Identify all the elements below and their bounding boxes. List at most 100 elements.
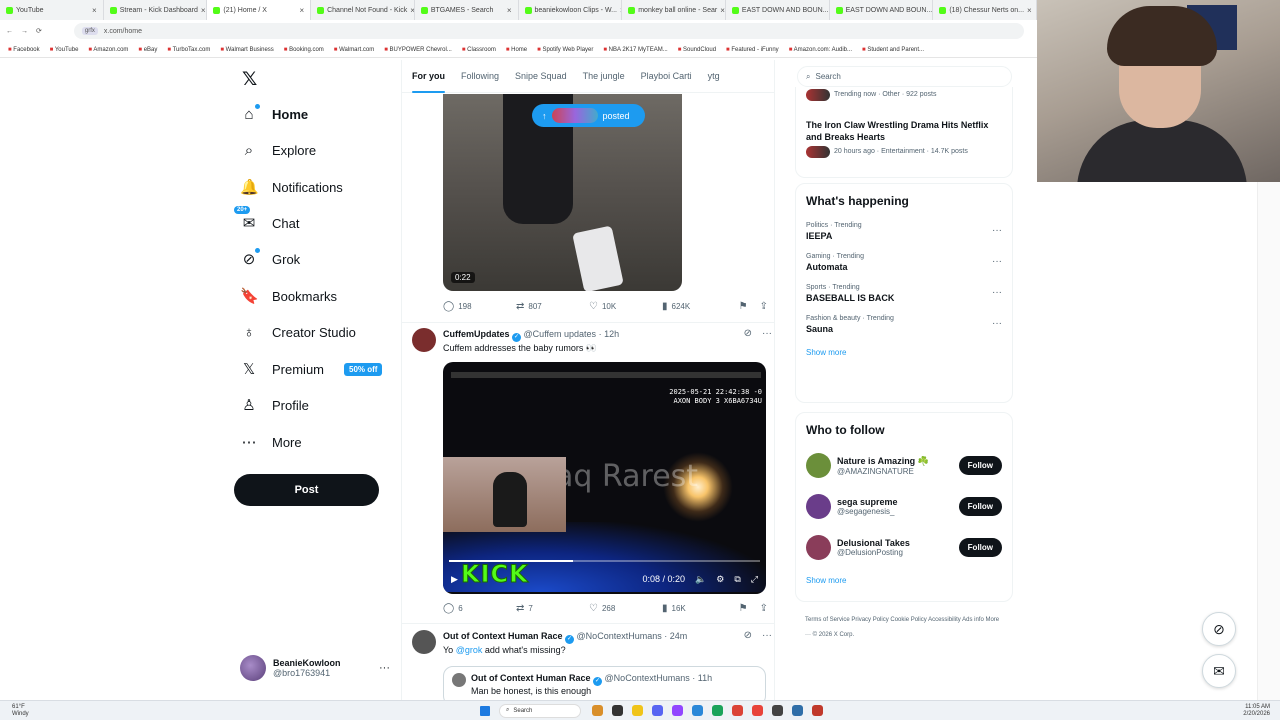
footer-link[interactable]: Cookie Policy — [890, 617, 926, 623]
clock[interactable]: 11:05 AM 2/20/2026 — [1243, 704, 1270, 718]
quoted-tweet[interactable]: Out of Context Human Race ✓ @NoContextHu… — [443, 666, 766, 700]
timeline-tab[interactable]: Following — [461, 71, 499, 81]
repost-button[interactable]: ⇄ 7 — [516, 603, 589, 614]
settings-icon[interactable]: ⚙ — [716, 574, 724, 585]
forward-icon[interactable]: → — [21, 28, 28, 35]
back-icon[interactable]: ← — [6, 28, 13, 35]
like-button[interactable]: ♡ 10K — [589, 301, 662, 312]
bookmark-item[interactable]: Walmart.com — [334, 47, 374, 53]
browser-tab[interactable]: beaniekowloon Clips - W...× — [519, 0, 623, 20]
follow-button[interactable]: Follow — [958, 456, 1002, 475]
bookmark-item[interactable]: Featured - iFunny — [726, 47, 778, 53]
views-button[interactable]: ▮ 16K — [662, 603, 735, 614]
avatar[interactable] — [412, 328, 436, 352]
views-button[interactable]: ▮ 624K — [662, 301, 735, 312]
video-progress[interactable] — [449, 560, 760, 562]
bookmark-item[interactable]: Classroom — [462, 47, 496, 53]
bookmark-icon[interactable]: ⚑ — [739, 603, 748, 614]
tweet-author-name[interactable]: CuffemUpdates — [443, 329, 510, 339]
footer-link[interactable]: Privacy Policy — [851, 617, 888, 623]
follow-button[interactable]: Follow — [958, 538, 1002, 557]
bookmark-item[interactable]: BUYPOWER Chevrol... — [384, 47, 452, 53]
nav-item-explore[interactable]: ⌕ Explore — [240, 132, 316, 168]
app-icon[interactable] — [692, 705, 703, 716]
nav-item-chat[interactable]: ✉ 20+ Chat — [234, 205, 299, 241]
app-icon[interactable] — [792, 705, 803, 716]
app-icon[interactable] — [712, 705, 723, 716]
fullscreen-icon[interactable]: ⤢ — [751, 574, 758, 585]
close-icon[interactable]: × — [201, 6, 206, 15]
avatar[interactable] — [412, 630, 436, 654]
nav-item-notifications[interactable]: 🔔 Notifications — [240, 169, 343, 205]
bookmark-icon[interactable]: ⚑ — [739, 301, 748, 312]
browser-tab[interactable]: (18) Chessur Nerts on... × — [933, 0, 1038, 20]
x-logo-icon[interactable]: 𝕏 — [242, 68, 257, 90]
reply-button[interactable]: ◯ 198 — [443, 301, 516, 312]
browser-tab[interactable]: YouTube × — [0, 0, 104, 20]
footer-link[interactable]: Ads info — [962, 617, 984, 623]
close-icon[interactable]: × — [299, 6, 304, 15]
nav-item-profile[interactable]: ♙ Profile — [240, 387, 309, 423]
bookmark-item[interactable]: Home — [506, 47, 527, 53]
account-switcher[interactable]: BeanieKowloon @bro1763941 ··· — [240, 653, 390, 683]
taskbar-search[interactable]: ⌕ Search — [499, 703, 581, 718]
timeline-tab[interactable]: The jungle — [583, 71, 625, 81]
app-icon[interactable] — [812, 705, 823, 716]
bookmark-item[interactable]: Student and Parent... — [862, 47, 924, 53]
browser-tab[interactable]: monkey ball online - Sear × — [622, 0, 726, 20]
bookmark-item[interactable]: Spotify Web Player — [537, 47, 593, 53]
more-dots-icon[interactable]: ··· — [992, 287, 1002, 298]
trend-item[interactable]: Gaming · Trending Automata ··· — [796, 247, 1012, 278]
news-item[interactable]: The Iron Claw Wrestling Drama Hits Netfl… — [796, 115, 1012, 162]
reply-button[interactable]: ◯ 6 — [443, 603, 516, 614]
nav-item-more[interactable]: ⋯ More — [240, 424, 302, 460]
timeline-tab[interactable]: ytg — [708, 71, 720, 81]
trend-item[interactable]: Fashion & beauty · Trending Sauna ··· — [796, 309, 1012, 340]
follow-button[interactable]: Follow — [958, 497, 1002, 516]
reload-icon[interactable]: ⟳ — [36, 27, 42, 35]
more-dots-icon[interactable]: ··· — [762, 328, 772, 339]
bookmark-item[interactable]: YouTube — [50, 47, 79, 53]
pip-icon[interactable]: ⧉ — [734, 574, 740, 585]
more-dots-icon[interactable]: ··· — [379, 662, 390, 674]
tweet-time[interactable]: · 24m — [664, 631, 687, 641]
discord-icon[interactable] — [652, 705, 663, 716]
search-input[interactable]: ⌕ Search — [797, 66, 1012, 87]
bookmark-item[interactable]: NBA 2K17 MyTEAM... — [603, 47, 668, 53]
who-to-follow-item[interactable]: sega supreme @segagenesis_ Follow — [796, 486, 1012, 527]
tweet-author-handle[interactable]: @NoContextHumans — [577, 631, 662, 641]
close-icon[interactable]: × — [1027, 6, 1032, 15]
trend-item[interactable]: Politics · Trending IEEPA ··· — [796, 216, 1012, 247]
more-dots-icon[interactable]: ··· — [992, 225, 1002, 236]
browser-tab[interactable]: EAST DOWN AND BOUN...× — [726, 0, 830, 20]
nav-item-bookmarks[interactable]: 🔖 Bookmarks — [240, 278, 337, 314]
bookmark-item[interactable]: Amazon.com — [88, 47, 128, 53]
browser-tab[interactable]: (21) Home / X × — [207, 0, 312, 20]
tweet-video-2[interactable]: 2025-05-21 22:42:38 -0 AXON BODY 3 X6BA6… — [443, 362, 766, 594]
bookmark-item[interactable]: Facebook — [8, 47, 39, 53]
chrome-icon[interactable] — [732, 705, 743, 716]
browser-tab[interactable]: BTGAMES - Search × — [415, 0, 519, 20]
more-dots-icon[interactable]: ··· — [992, 256, 1002, 267]
footer-link[interactable]: Terms of Service — [805, 617, 850, 623]
play-icon[interactable]: ▶ — [451, 574, 458, 585]
tweet-time[interactable]: · 12h — [599, 329, 620, 339]
bookmark-item[interactable]: Walmart Business — [220, 47, 274, 53]
timeline-tab[interactable]: Snipe Squad — [515, 71, 567, 81]
windows-start-icon[interactable] — [480, 705, 490, 716]
nav-item-premium[interactable]: 𝕏 Premium 50% off — [240, 351, 383, 387]
like-button[interactable]: ♡ 268 — [589, 603, 662, 614]
nav-item-grok[interactable]: ⊘ Grok — [240, 241, 300, 277]
app-icon[interactable] — [672, 705, 683, 716]
grok-icon[interactable]: ⊘ — [744, 328, 752, 339]
post-button[interactable]: Post — [234, 474, 379, 506]
bookmark-item[interactable]: SoundCloud — [678, 47, 716, 53]
messages-fab[interactable]: ✉ — [1202, 654, 1236, 688]
url-field[interactable]: grfx x.com/home — [73, 23, 1024, 39]
nav-item-creator-studio[interactable]: ♁ Creator Studio — [240, 314, 355, 350]
volume-icon[interactable]: 🔈 — [695, 574, 706, 585]
app-icon[interactable] — [752, 705, 763, 716]
app-icon[interactable] — [612, 705, 623, 716]
close-icon[interactable]: × — [92, 6, 97, 15]
news-item-top[interactable]: Trending now · Other · 922 posts — [796, 87, 1012, 105]
